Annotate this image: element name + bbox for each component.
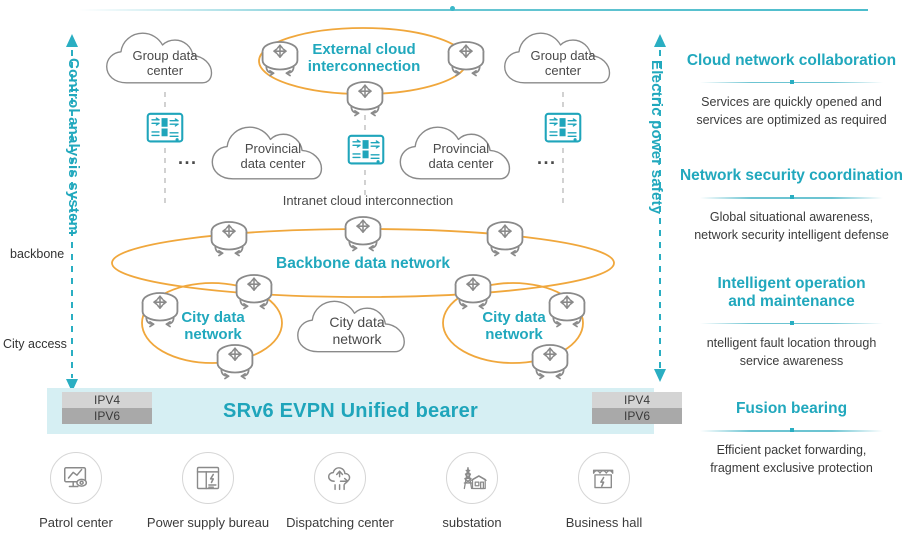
substation-icon bbox=[446, 452, 498, 504]
endpoint-label: Patrol center bbox=[39, 515, 113, 530]
dispatching-icon bbox=[314, 452, 366, 504]
endpoint-patrol-center[interactable]: Patrol center bbox=[10, 452, 142, 530]
router-external-right bbox=[447, 41, 485, 77]
ellipsis-right: ... bbox=[537, 148, 557, 168]
endpoint-dispatching-center[interactable]: Dispatching center bbox=[274, 452, 406, 530]
ipv6-bar-left: IPV6 bbox=[62, 408, 152, 424]
separator-dot bbox=[789, 320, 794, 325]
feature-fusion-bearing: Fusion bearing Efficient packet forwardi… bbox=[672, 400, 911, 477]
endpoint-substation[interactable]: substation bbox=[406, 452, 538, 530]
backbone-tier-label: backbone bbox=[10, 247, 65, 261]
label-group-data-center-right: Group data center bbox=[530, 48, 596, 79]
router-city-right-top bbox=[454, 274, 492, 310]
controller-icon-left bbox=[146, 112, 184, 143]
feature-separator bbox=[672, 426, 911, 436]
right-axis-label: Electric power safety bbox=[648, 60, 665, 215]
feature-description: Global situational awareness, network sec… bbox=[694, 210, 889, 243]
feature-separator bbox=[672, 193, 911, 203]
feature-description: Services are quickly opened and services … bbox=[696, 94, 887, 127]
label-city-data-network-right: City data network bbox=[482, 309, 546, 343]
feature-description: Efficient packet forwarding, fragment exc… bbox=[710, 443, 873, 476]
power-supply-icon bbox=[182, 452, 234, 504]
router-city-right-bottom bbox=[531, 344, 569, 380]
label-city-data-network-left: City data network bbox=[181, 309, 245, 343]
feature-title: Cloud network collaboration bbox=[686, 52, 897, 69]
top-divider-line bbox=[78, 9, 868, 11]
endpoint-business-hall[interactable]: Business hall bbox=[538, 452, 670, 530]
separator-dot bbox=[789, 79, 794, 84]
controller-icon-center bbox=[347, 134, 385, 165]
ip-stack-left: IPV4 IPV6 bbox=[62, 392, 152, 424]
feature-title: Fusion bearing bbox=[735, 400, 848, 418]
label-city-data-network-cloud: City data network bbox=[329, 314, 385, 347]
feature-description: ntelligent fault location through service… bbox=[706, 335, 877, 368]
router-backbone-left bbox=[210, 221, 248, 257]
endpoint-label: Dispatching center bbox=[286, 515, 394, 530]
ipv4-bar-left: IPV4 bbox=[62, 392, 152, 408]
endpoint-label: Power supply bureau bbox=[146, 515, 270, 530]
label-backbone-data-network: Backbone data network bbox=[276, 255, 450, 272]
feature-intelligent-operation-maintenance: Intelligent operation and maintenance nte… bbox=[672, 275, 911, 370]
feature-network-security-coordination: Network security coordination Global sit… bbox=[672, 167, 911, 244]
separator-dot bbox=[789, 428, 794, 433]
separator-dot bbox=[789, 195, 794, 200]
ip-stack-right: IPV4 IPV6 bbox=[592, 392, 682, 424]
feature-panel: Cloud network collaboration Services are… bbox=[672, 52, 911, 484]
ipv4-bar-right: IPV4 bbox=[592, 392, 682, 408]
ellipsis-left: ... bbox=[178, 148, 198, 168]
endpoint-power-supply-bureau[interactable]: Power supply bureau bbox=[142, 452, 274, 530]
feature-separator bbox=[672, 78, 911, 88]
router-backbone-right bbox=[486, 221, 524, 257]
endpoint-label: Business hall bbox=[565, 515, 643, 530]
router-city-left-top bbox=[235, 274, 273, 310]
top-divider-dot bbox=[450, 6, 455, 11]
ipv6-bar-right: IPV6 bbox=[592, 408, 682, 424]
label-group-data-center-left: Group data center bbox=[132, 48, 198, 79]
label-provincial-data-center-right: Provincial data center bbox=[428, 141, 494, 172]
router-external-left bbox=[261, 41, 299, 77]
feature-title: Intelligent operation and maintenance bbox=[717, 274, 866, 310]
city-access-tier-label: City access bbox=[3, 337, 67, 351]
controller-icon-right bbox=[544, 112, 582, 143]
caption-intranet-cloud-interconnection: Intranet cloud interconnection bbox=[282, 193, 454, 208]
router-backbone-center bbox=[344, 216, 382, 252]
router-city-left-bottom bbox=[216, 344, 254, 380]
feature-title: Network security coordination bbox=[679, 167, 904, 185]
patrol-monitor-icon bbox=[50, 452, 102, 504]
business-hall-icon bbox=[578, 452, 630, 504]
endpoint-row: Patrol center Power supply bureau Dispat… bbox=[10, 452, 670, 530]
label-provincial-data-center-left: Provincial data center bbox=[240, 141, 306, 172]
feature-cloud-network-collaboration: Cloud network collaboration Services are… bbox=[672, 52, 911, 129]
feature-separator bbox=[672, 319, 911, 329]
endpoint-label: substation bbox=[442, 515, 502, 530]
left-axis-label: Control analysis system bbox=[65, 58, 82, 236]
label-external-cloud-interconnection: External cloud interconnection bbox=[307, 41, 421, 75]
network-architecture-diagram: Control analysis system Electric power s… bbox=[0, 0, 911, 541]
router-external-bottom bbox=[346, 81, 384, 117]
